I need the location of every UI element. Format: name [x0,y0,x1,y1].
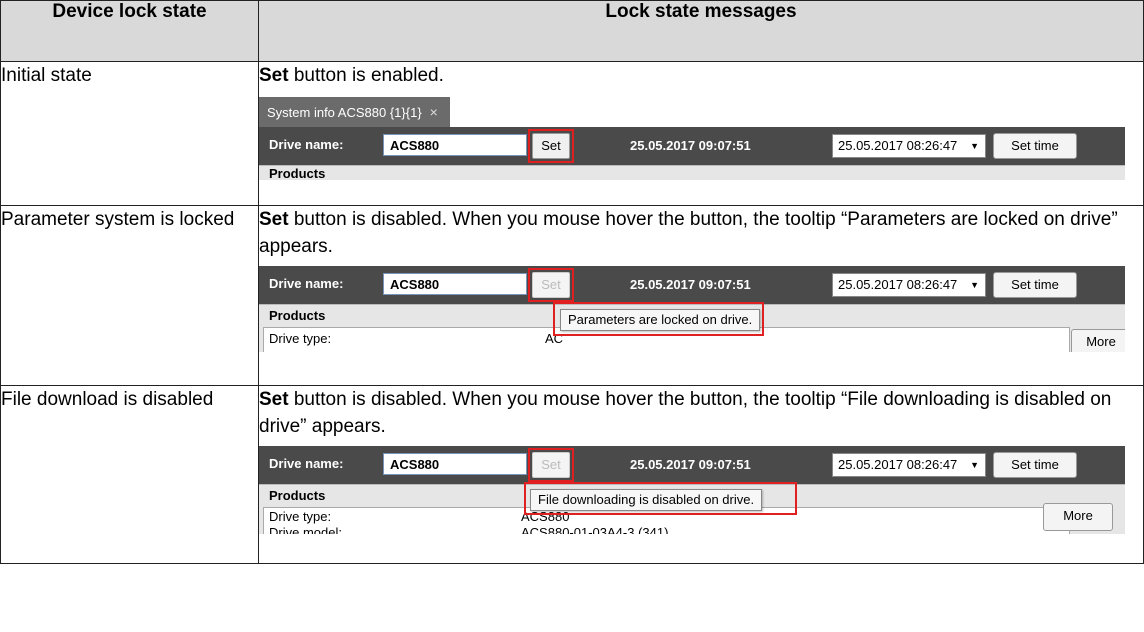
message-text: Set button is disabled. When you mouse h… [259,206,1143,260]
datetime-select-value: 25.05.2017 08:26:47 [838,277,958,292]
highlight-frame [524,482,797,515]
close-icon[interactable]: × [430,104,438,120]
more-button[interactable]: More [1043,503,1113,531]
current-datetime: 25.05.2017 09:07:51 [630,277,751,292]
set-bold-word: Set [259,389,289,410]
table-row: Initial state Set button is enabled. Sys… [0,61,1144,206]
table-row: Parameter system is locked Set button is… [0,205,1144,386]
set-time-button[interactable]: Set time [993,133,1077,159]
message-text: Set button is disabled. When you mouse h… [259,386,1143,440]
datetime-select-value: 25.05.2017 08:26:47 [838,457,958,472]
highlight-frame [553,302,764,336]
products-label: Products [269,166,326,180]
set-bold-word: Set [259,65,289,86]
state-file-download-disabled: File download is disabled [1,389,214,410]
screenshot-parameter-locked: Drive name: ACS880 Set 25.05.2017 09:07:… [259,266,1125,352]
screenshot-download-disabled: Drive name: ACS880 Set 25.05.2017 09:07:… [259,446,1125,534]
header-device-lock-state: Device lock state [0,0,259,62]
highlight-frame [528,448,574,482]
set-time-button[interactable]: Set time [993,272,1077,298]
drive-toolbar: Drive name: ACS880 Set 25.05.2017 09:07:… [259,446,1125,484]
current-datetime: 25.05.2017 09:07:51 [630,138,751,153]
message-rest: button is disabled. When you mouse hover… [259,209,1118,257]
message-text: Set button is enabled. [259,62,1143,89]
datetime-select[interactable]: 25.05.2017 08:26:47 ▼ [832,453,986,477]
message-cell: Set button is enabled. System info ACS88… [258,61,1144,206]
header-lock-state-messages: Lock state messages [258,0,1144,62]
products-label: Products [269,488,326,503]
message-cell: Set button is disabled. When you mouse h… [258,385,1144,564]
drive-toolbar: Drive name: ACS880 Set 25.05.2017 09:07:… [259,266,1125,304]
message-rest: button is enabled. [288,65,444,86]
drive-name-input[interactable]: ACS880 [383,273,527,295]
message-rest: button is disabled. When you mouse hover… [259,389,1112,437]
drive-type-label: Drive type: [269,331,332,346]
drive-name-label: Drive name: [269,276,344,291]
set-time-button[interactable]: Set time [993,452,1077,478]
drive-name-label: Drive name: [269,137,344,152]
tab-title: System info ACS880 {1}{1} [267,105,422,120]
drive-model-value: ACS880-01-03A4-3 (341) [521,525,669,534]
products-section: Products [259,165,1125,180]
table-header-row: Device lock state Lock state messages [0,0,1144,62]
state-cell: File download is disabled [0,385,259,564]
more-button[interactable]: More [1071,329,1125,352]
highlight-frame [528,129,574,163]
chevron-down-icon: ▼ [970,280,979,290]
state-cell: Parameter system is locked [0,205,259,386]
datetime-select[interactable]: 25.05.2017 08:26:47 ▼ [832,273,986,297]
state-initial: Initial state [1,65,92,86]
drive-type-label: Drive type: [269,509,332,524]
screenshot-initial: System info ACS880 {1}{1} × Drive name: A… [259,97,1125,180]
datetime-select-value: 25.05.2017 08:26:47 [838,138,958,153]
products-label: Products [269,308,326,323]
system-info-tab[interactable]: System info ACS880 {1}{1} × [259,97,450,127]
set-bold-word: Set [259,209,289,230]
state-parameter-locked: Parameter system is locked [1,209,235,230]
lock-state-table: Device lock state Lock state messages In… [0,0,1144,564]
state-cell: Initial state [0,61,259,206]
datetime-select[interactable]: 25.05.2017 08:26:47 ▼ [832,134,986,158]
drive-toolbar: Drive name: ACS880 Set 25.05.2017 09:07:… [259,127,1125,165]
chevron-down-icon: ▼ [970,141,979,151]
message-cell: Set button is disabled. When you mouse h… [258,205,1144,386]
current-datetime: 25.05.2017 09:07:51 [630,457,751,472]
drive-name-input[interactable]: ACS880 [383,453,527,475]
chevron-down-icon: ▼ [970,460,979,470]
drive-model-label: Drive model: [269,525,342,534]
table-row: File download is disabled Set button is … [0,385,1144,564]
highlight-frame [528,268,574,302]
drive-name-label: Drive name: [269,456,344,471]
drive-name-input[interactable]: ACS880 [383,134,527,156]
